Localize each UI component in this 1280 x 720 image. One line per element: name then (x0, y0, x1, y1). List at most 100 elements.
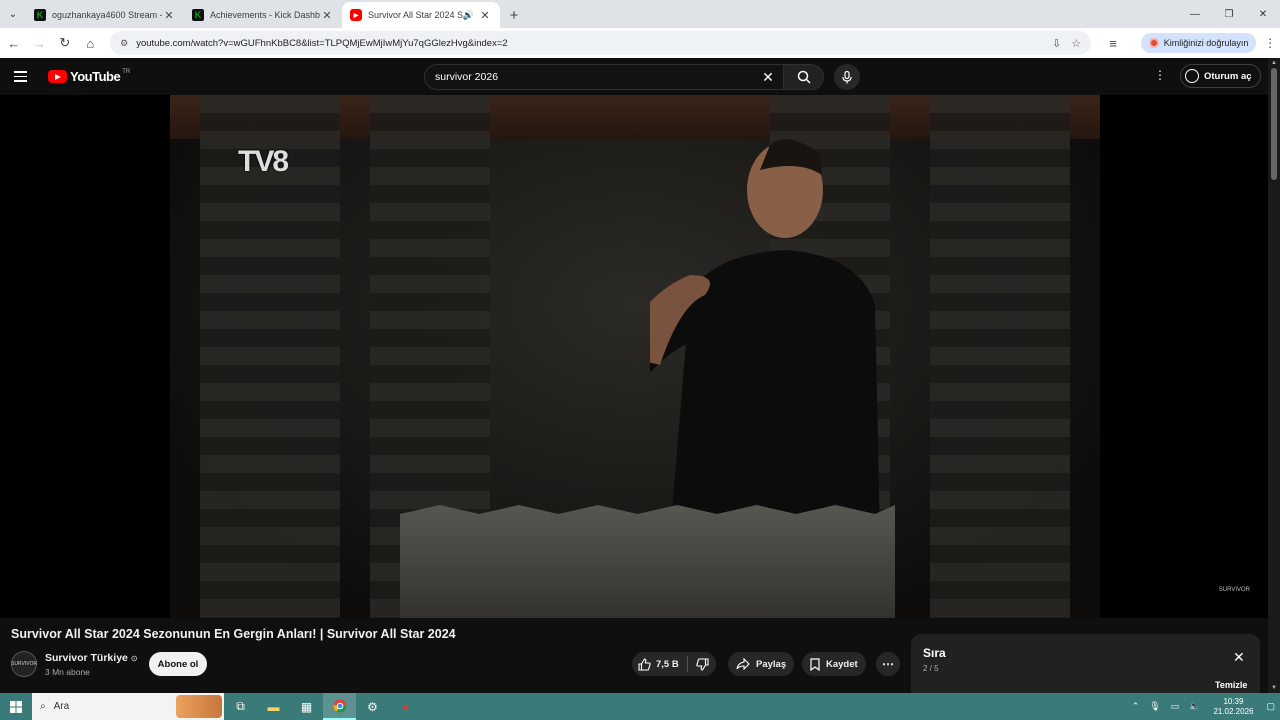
bookmark-icon (810, 657, 820, 671)
forward-icon[interactable]: → (28, 31, 52, 55)
notification-icon[interactable]: ▢ (1266, 701, 1275, 712)
url-text[interactable]: youtube.com/watch?v=wGUFhnKbBC8&list=TLP… (136, 38, 1042, 49)
back-icon[interactable]: ← (2, 31, 26, 55)
menu-icon[interactable] (14, 71, 38, 82)
settings-app-icon[interactable]: ⚙ (356, 693, 389, 720)
kick-icon: K (34, 9, 46, 21)
clear-queue-button[interactable]: Temizle (1215, 680, 1247, 690)
channel-avatar[interactable]: SURVIVOR (11, 651, 37, 677)
settings-more-icon[interactable]: ⋮ (1152, 68, 1168, 82)
save-button[interactable]: Kaydet (802, 652, 866, 676)
channel-name-text[interactable]: Survivor Türkiye (45, 652, 128, 664)
country-code: TR (122, 68, 131, 75)
scrollbar-thumb[interactable] (1271, 68, 1277, 180)
taskbar-search[interactable]: ⌕ Ara (32, 693, 224, 720)
scroll-down-icon[interactable]: ▼ (1271, 685, 1277, 691)
omnibox[interactable]: ⚙ youtube.com/watch?v=wGUFhnKbBC8&list=T… (110, 31, 1092, 55)
minimize-icon[interactable]: — (1178, 0, 1212, 28)
save-label: Kaydet (826, 658, 858, 670)
clear-search-icon[interactable]: ✕ (753, 69, 783, 86)
app-icon[interactable]: ● (389, 693, 422, 720)
like-count: 7,5 B (656, 658, 679, 670)
channel-name[interactable]: Survivor Türkiye ⊙ (45, 652, 138, 664)
subscriber-count: 3 Mn abone (45, 667, 90, 677)
tab-search-icon[interactable]: ⌄ (0, 0, 26, 28)
taskbar-search-label: Ara (53, 701, 70, 712)
share-icon (736, 658, 750, 670)
chrome-logo-icon (333, 699, 346, 712)
queue-panel: Sıra 2 / 5 ✕ Temizle (911, 634, 1260, 694)
search-box: survivor 2026 ✕ (424, 64, 824, 90)
close-window-icon[interactable]: ✕ (1246, 0, 1280, 28)
restore-icon[interactable]: ❐ (1212, 0, 1246, 28)
share-button[interactable]: Paylaş (728, 652, 794, 676)
install-app-icon[interactable]: ⇩ (1052, 37, 1061, 50)
verified-icon: ⊙ (130, 654, 138, 663)
bookmark-star-icon[interactable]: ☆ (1071, 37, 1081, 50)
tab-youtube-video[interactable]: ▶ Survivor All Star 2024 Sezon 🔊 ✕ (342, 2, 500, 28)
volume-icon[interactable]: 🔈 (1189, 701, 1200, 712)
close-queue-icon[interactable]: ✕ (1233, 649, 1245, 666)
home-icon[interactable]: ⌂ (79, 31, 103, 55)
search-icon: ⌕ (40, 701, 46, 712)
site-info-icon[interactable]: ⚙ (120, 38, 128, 49)
more-actions-icon[interactable]: ⋯ (876, 652, 900, 676)
window-controls: — ❐ ✕ (1178, 0, 1280, 28)
page-scrollbar[interactable]: ▲ ▼ (1268, 58, 1280, 693)
youtube-header: YouTube TR survivor 2026 ✕ ⋮ Oturum aç (0, 58, 1268, 95)
reading-list-icon[interactable]: ≡ (1101, 31, 1125, 55)
start-button[interactable] (0, 693, 32, 720)
tray-overflow-icon[interactable]: ⌃ (1132, 701, 1140, 712)
scroll-up-icon[interactable]: ▲ (1271, 60, 1277, 66)
microphone-icon (842, 70, 852, 83)
browser-menu-icon[interactable]: ⋮ (1260, 36, 1280, 50)
verify-label: Kimliğinizi doğrulayın (1163, 38, 1249, 48)
dislike-button[interactable] (688, 657, 716, 671)
subscribe-button[interactable]: Abone ol (149, 652, 207, 676)
close-tab-icon[interactable]: ✕ (478, 9, 492, 22)
profile-avatar-icon (1148, 38, 1159, 48)
like-dislike-group: 7,5 B (632, 652, 716, 676)
search-input[interactable]: survivor 2026 (425, 71, 753, 83)
chrome-icon[interactable] (323, 693, 356, 720)
kick-icon: K (192, 9, 204, 21)
tab-kick-dashboard[interactable]: K Achievements - Kick Dashboard ✕ (184, 2, 342, 28)
close-tab-icon[interactable]: ✕ (320, 9, 334, 22)
queue-position: 2 / 5 (923, 664, 939, 673)
search-icon (797, 70, 811, 84)
reload-icon[interactable]: ↻ (53, 31, 77, 55)
signin-button[interactable]: Oturum aç (1180, 64, 1261, 88)
survivor-watermark: SURVIVOR (1218, 587, 1250, 593)
clock[interactable]: 10:39 21.02.2026 (1213, 697, 1253, 717)
video-frame (170, 95, 1100, 618)
youtube-icon: ▶ (350, 9, 362, 21)
speaker-icon[interactable]: 🔊 (463, 10, 474, 21)
verify-identity-chip[interactable]: Kimliğinizi doğrulayın (1140, 33, 1257, 53)
video-title: Survivor All Star 2024 Sezonunun En Gerg… (11, 627, 456, 641)
task-view-icon[interactable]: ⧉ (224, 693, 257, 720)
windows-taskbar: ⌕ Ara ⧉ ▬ ▦ ⚙ ● ⌃ 🎙 ▭ 🔈 10:39 21.02.2026… (0, 693, 1280, 720)
share-label: Paylaş (756, 658, 787, 670)
tab-title: oguzhankaya4600 Stream - Wa (52, 10, 162, 20)
clock-date: 21.02.2026 (1213, 706, 1254, 716)
tab-title: Survivor All Star 2024 Sezon (368, 10, 463, 20)
voice-search-button[interactable] (834, 64, 860, 90)
new-tab-button[interactable]: + (500, 2, 528, 28)
tab-title: Achievements - Kick Dashboard (210, 10, 320, 20)
video-player[interactable]: TV8 SURVIVOR (0, 95, 1268, 618)
search-button[interactable] (783, 65, 823, 89)
clock-time: 10:39 (1223, 696, 1244, 706)
close-tab-icon[interactable]: ✕ (162, 9, 176, 22)
browser-tab-strip: ⌄ K oguzhankaya4600 Stream - Wa ✕ K Achi… (0, 0, 1280, 28)
youtube-logo[interactable]: YouTube TR (48, 69, 130, 84)
tv8-logo: TV8 (238, 145, 289, 178)
address-toolbar: ← → ↻ ⌂ ⚙ youtube.com/watch?v=wGUFhnKbBC… (0, 28, 1280, 58)
thumbs-down-icon (695, 657, 709, 671)
file-explorer-icon[interactable]: ▬ (257, 693, 290, 720)
network-icon[interactable]: ▭ (1171, 701, 1180, 712)
tab-kick-stream[interactable]: K oguzhankaya4600 Stream - Wa ✕ (26, 2, 184, 28)
like-button[interactable]: 7,5 B (632, 656, 688, 672)
microphone-tray-icon[interactable]: 🎙 (1149, 701, 1160, 712)
microsoft-store-icon[interactable]: ▦ (290, 693, 323, 720)
system-tray: ⌃ 🎙 ▭ 🔈 10:39 21.02.2026 ▢ (1127, 693, 1280, 720)
